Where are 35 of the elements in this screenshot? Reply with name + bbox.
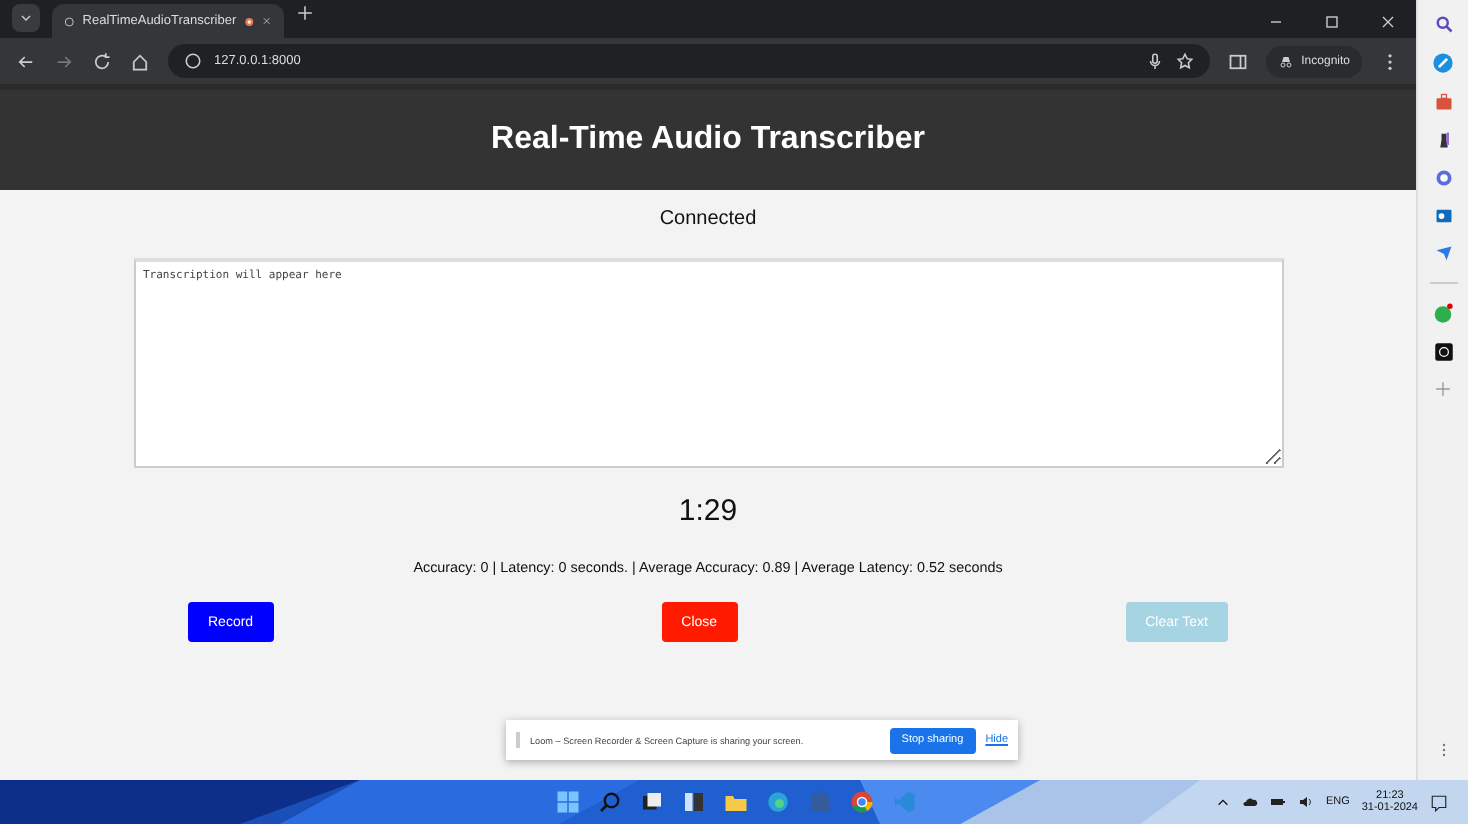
search-icon[interactable] — [1433, 14, 1453, 34]
cloud-icon[interactable] — [1241, 794, 1258, 810]
forward-icon[interactable] — [54, 51, 74, 71]
reload-icon[interactable] — [92, 51, 112, 71]
task-view-icon[interactable] — [640, 790, 664, 814]
back-icon[interactable] — [16, 51, 36, 71]
side-panel-icon[interactable] — [1227, 51, 1248, 71]
incognito-icon — [1277, 53, 1294, 69]
microphone-icon[interactable] — [1145, 52, 1164, 70]
chevron-up-icon[interactable] — [1215, 795, 1230, 809]
speaker-icon[interactable] — [1297, 794, 1314, 810]
battery-icon[interactable] — [1269, 794, 1286, 810]
star-icon[interactable] — [1175, 52, 1194, 70]
search-icon[interactable] — [598, 790, 622, 814]
notification-icon[interactable] — [1430, 793, 1448, 811]
timer: 1:29 — [678, 494, 738, 528]
toolbox-icon[interactable] — [1433, 92, 1453, 112]
app-icon[interactable] — [1433, 342, 1453, 362]
send-icon[interactable] — [1433, 244, 1453, 264]
home-icon[interactable] — [130, 51, 150, 71]
connection-status: Connected — [659, 208, 757, 230]
record-indicator-icon — [244, 13, 255, 29]
folder-icon[interactable] — [724, 790, 748, 814]
maximize-icon[interactable] — [1324, 14, 1340, 30]
tab-search-button[interactable] — [12, 4, 40, 32]
site-info-icon[interactable] — [184, 52, 202, 70]
outlook-icon[interactable] — [1433, 206, 1453, 226]
chevron-down-icon[interactable] — [18, 10, 34, 26]
chrome-icon[interactable] — [850, 790, 874, 814]
globe-icon — [64, 13, 75, 29]
plus-icon[interactable] — [296, 4, 314, 22]
page-title: Real-Time Audio Transcriber — [491, 122, 925, 158]
start-icon[interactable] — [556, 790, 580, 814]
close-icon[interactable] — [1380, 14, 1396, 30]
widgets-icon[interactable] — [682, 790, 706, 814]
